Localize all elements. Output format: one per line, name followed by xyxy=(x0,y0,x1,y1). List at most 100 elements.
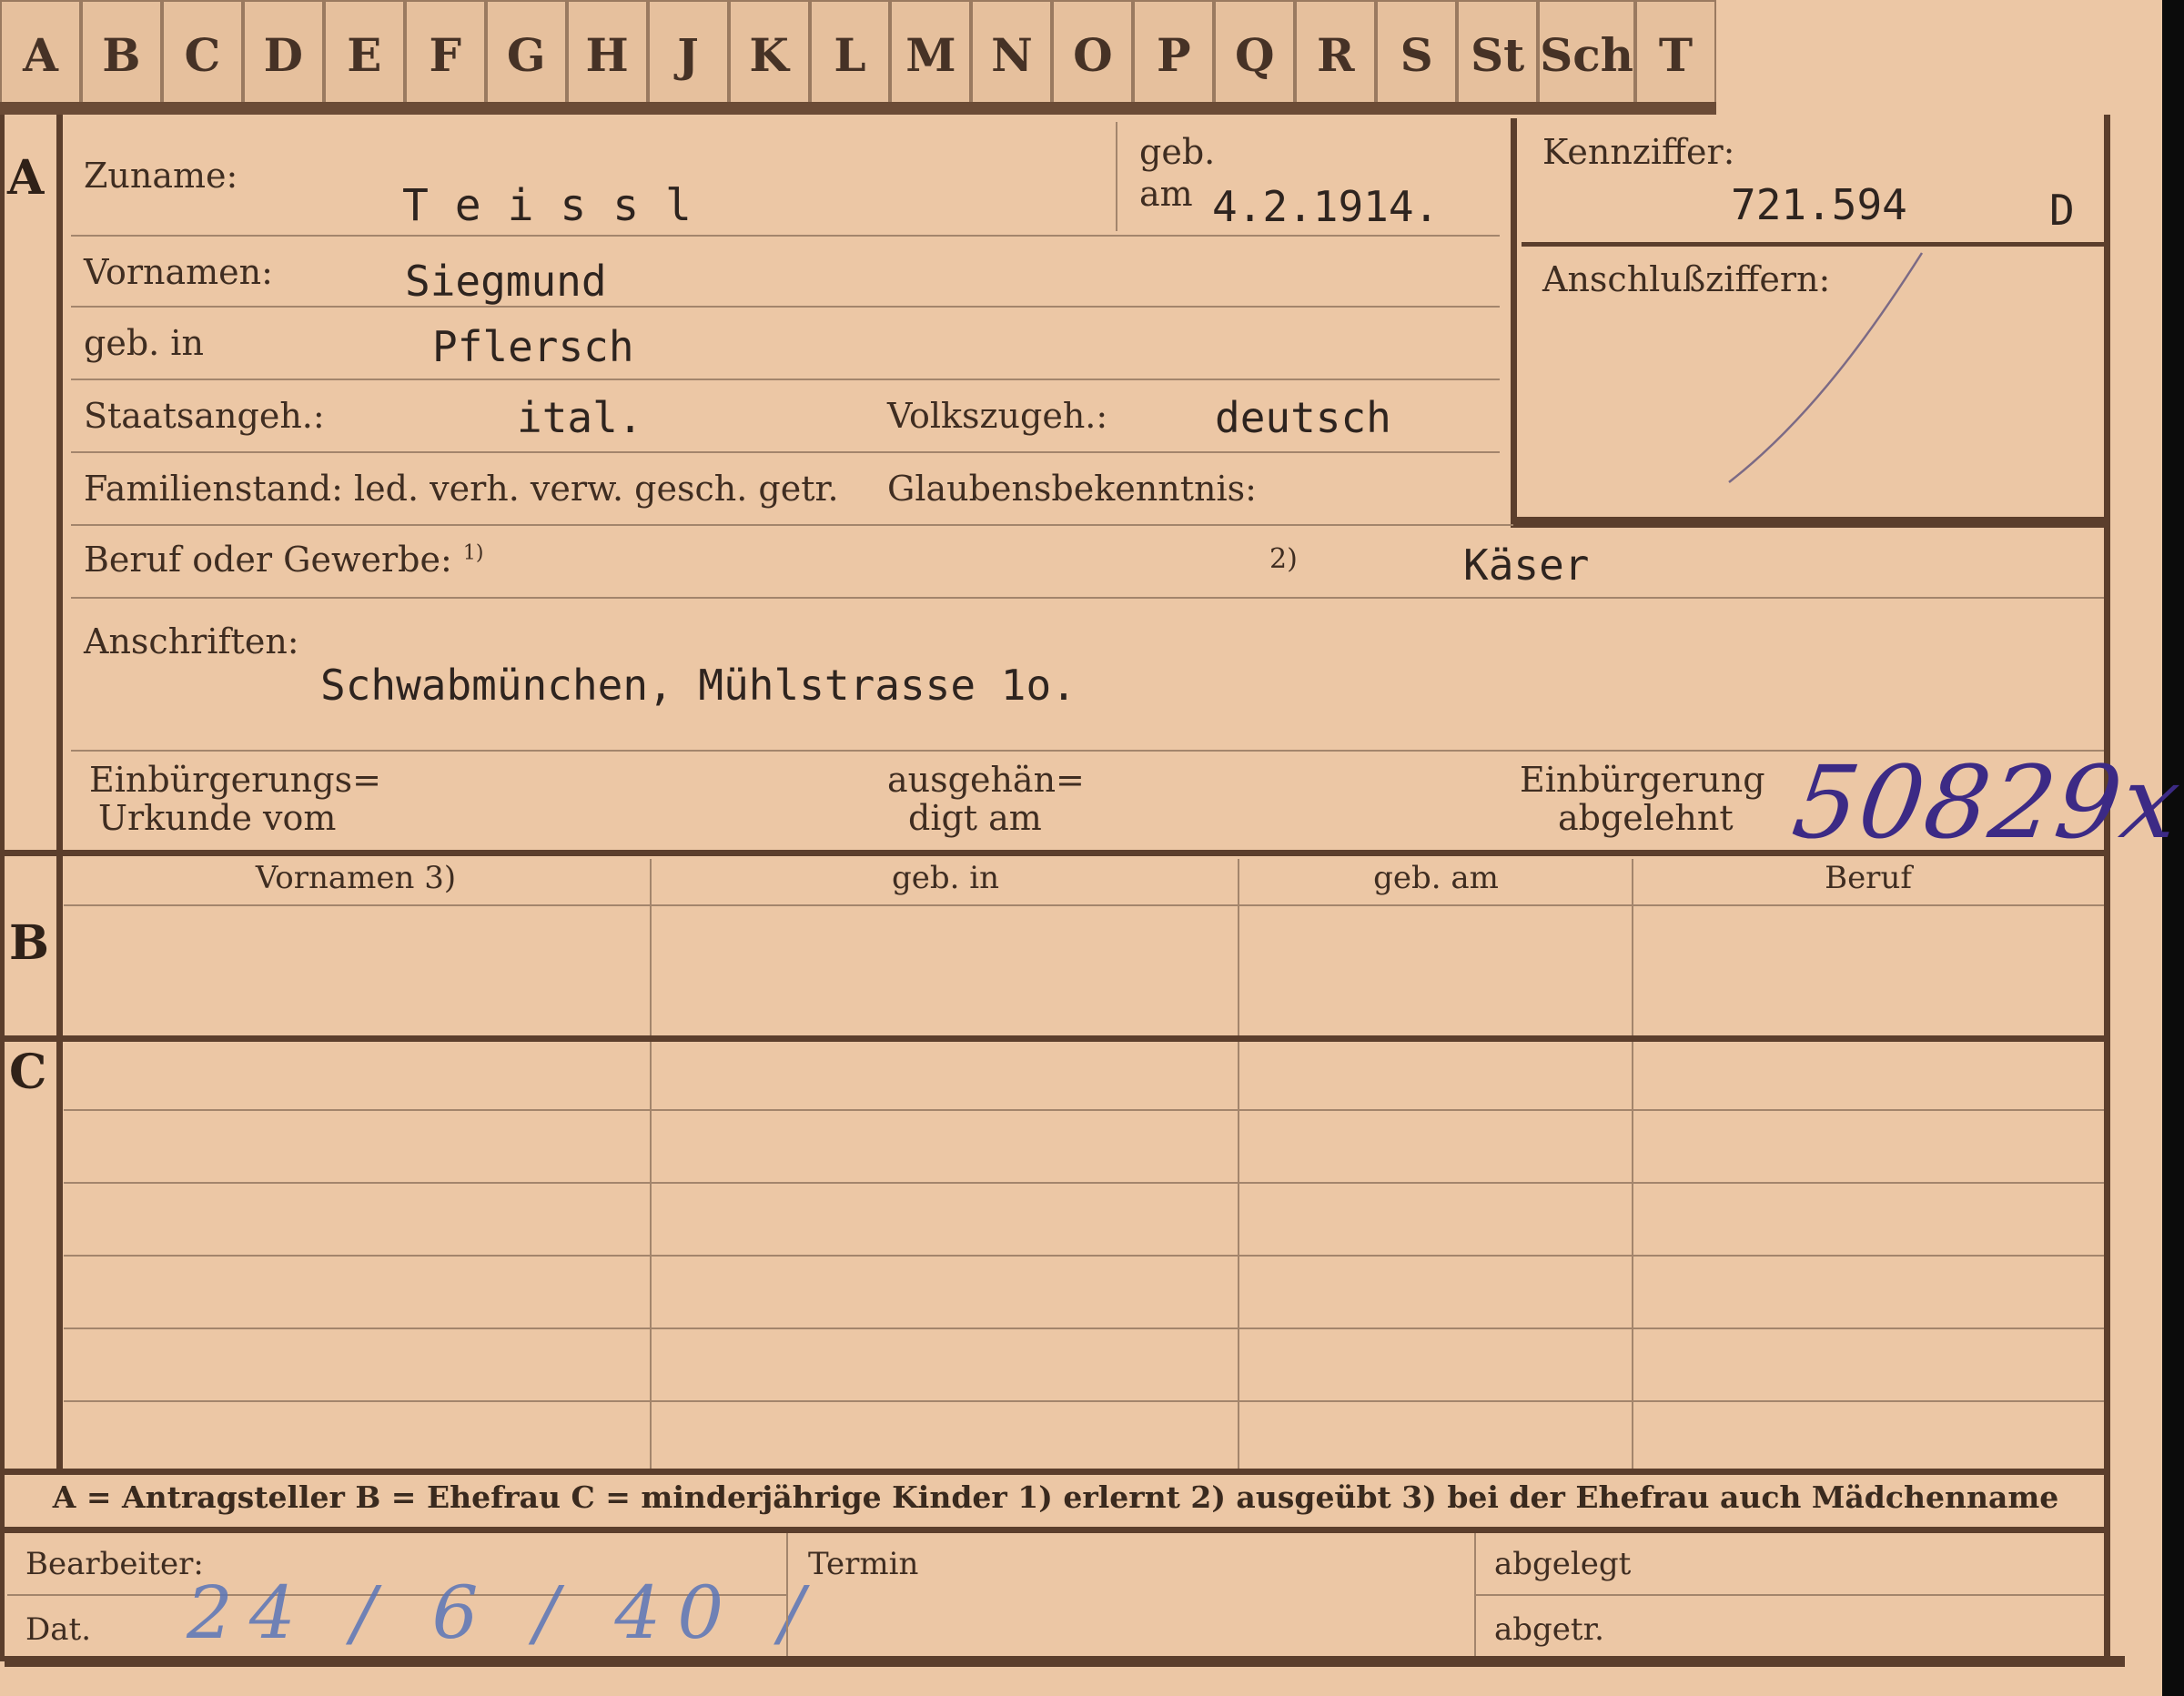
legend-line: A = Antragsteller B = Ehefrau C = minder… xyxy=(52,1479,2059,1515)
kennziffer-value: 721.594 xyxy=(1731,180,1907,229)
alphabet-tab[interactable]: A xyxy=(0,0,81,107)
alphabet-tab[interactable]: G xyxy=(485,0,567,107)
alphabet-tab[interactable]: E xyxy=(323,0,405,107)
alphabet-tab[interactable]: J xyxy=(647,0,729,107)
vornamen-label: Vornamen: xyxy=(84,252,273,292)
table-col-divider-1 xyxy=(650,859,652,1470)
zuname-value: T e i s s l xyxy=(402,180,692,231)
kennziffer-box-left xyxy=(1511,118,1517,528)
table-header-rule xyxy=(64,904,2104,906)
staatsangeh-label: Staatsangeh.: xyxy=(84,396,325,436)
ausgehaen-label-2: digt am xyxy=(908,798,1042,838)
beruf-label-text: Beruf oder Gewerbe: xyxy=(84,540,452,580)
familienstand-rule xyxy=(71,524,1513,526)
alphabet-tab[interactable]: T xyxy=(1635,0,1716,107)
table-header-vornamen: Vornamen 3) xyxy=(60,860,652,896)
table-row-rule-5 xyxy=(64,1400,2104,1402)
table-row-rule-2 xyxy=(64,1182,2104,1184)
table-row-rule-1 xyxy=(64,1109,2104,1111)
dat-label: Dat. xyxy=(25,1611,92,1648)
staatsangeh-value: ital. xyxy=(517,393,643,442)
termin-label: Termin xyxy=(808,1546,919,1582)
section-label-b: B xyxy=(9,915,49,971)
abgelegt-label: abgelegt xyxy=(1494,1546,1632,1582)
volkszugeh-label: Volkszugeh.: xyxy=(887,396,1108,436)
einbuergerungs-label-1: Einbürgerungs= xyxy=(89,760,381,800)
zuname-rule xyxy=(71,235,1500,237)
vornamen-rule xyxy=(71,306,1500,308)
geb-label: geb. xyxy=(1139,132,1216,172)
section-label-c: C xyxy=(9,1045,47,1100)
beruf-label: Beruf oder Gewerbe: 1) xyxy=(84,540,483,580)
beruf-rule xyxy=(71,597,2104,599)
alphabet-tab[interactable]: Q xyxy=(1214,0,1296,107)
table-header-geb-in: geb. in xyxy=(891,860,1000,896)
abgelehnt-label-2: abgelehnt xyxy=(1558,798,1734,838)
legend-bottom-rule xyxy=(5,1527,2107,1533)
abgelehnt-handwritten-number: 50829x xyxy=(1786,744,2184,861)
table-col-divider-2 xyxy=(1238,859,1239,1470)
section-c-bottom-rule xyxy=(5,1469,2107,1475)
kennziffer-suffix: D xyxy=(2049,186,2075,235)
footnote-1-marker: 1) xyxy=(462,541,484,565)
cancel-stroke xyxy=(1728,252,1924,483)
left-edge-line xyxy=(0,115,5,1661)
alphabet-tab[interactable]: M xyxy=(890,0,972,107)
familienstand-label: Familienstand: led. verh. verw. gesch. g… xyxy=(84,469,839,509)
vornamen-value: Siegmund xyxy=(405,257,607,306)
table-row-rule-3 xyxy=(64,1255,2104,1257)
card-bottom-rule xyxy=(5,1656,2125,1667)
einbuergerungs-label-2: Urkunde vom xyxy=(98,798,337,838)
table-header-vornamen-text: Vornamen 3) xyxy=(255,860,457,896)
alphabet-tab[interactable]: S xyxy=(1376,0,1458,107)
section-b-bottom-rule xyxy=(5,1035,2107,1042)
right-frame-line xyxy=(2104,115,2110,1661)
alphabet-tab[interactable]: K xyxy=(728,0,810,107)
geb-in-value: Pflersch xyxy=(432,322,634,371)
abgetr-label: abgetr. xyxy=(1494,1611,1604,1648)
alphabet-tab[interactable]: R xyxy=(1295,0,1377,107)
alphabet-tab[interactable]: D xyxy=(242,0,324,107)
volkszugeh-value: deutsch xyxy=(1215,393,1391,442)
glaubensbekenntnis-label: Glaubensbekenntnis: xyxy=(887,469,1257,509)
alphabet-tab[interactable]: C xyxy=(161,0,243,107)
left-frame-line xyxy=(56,115,63,1475)
beruf-value: Käser xyxy=(1463,540,1590,590)
geb-in-label: geb. in xyxy=(84,323,204,363)
footnote-2-marker: 2) xyxy=(1269,543,1298,575)
ausgehaen-label-1: ausgehän= xyxy=(887,760,1085,800)
section-label-a: A xyxy=(7,150,45,206)
anschrift-value: Schwabmünchen, Mühlstrasse 1o. xyxy=(320,661,1077,710)
table-header-geb-am: geb. am xyxy=(1373,860,1499,896)
zuname-label: Zuname: xyxy=(84,156,238,196)
bearbeiter-label: Bearbeiter: xyxy=(25,1546,204,1582)
table-header-beruf: Beruf xyxy=(1825,860,1912,896)
staatsangeh-rule xyxy=(71,451,1500,453)
alphabet-tab-strip: A B C D E F G H J K L M N O P Q R S St Sch T xyxy=(0,0,1716,107)
section-a-bottom-rule xyxy=(5,850,2107,856)
anschriften-rule xyxy=(71,750,2104,752)
am-label: am xyxy=(1139,174,1193,214)
table-row-rule-4 xyxy=(64,1328,2104,1329)
kennziffer-label: Kennziffer: xyxy=(1542,132,1735,172)
alphabet-tab[interactable]: H xyxy=(566,0,648,107)
alphabet-tab[interactable]: B xyxy=(80,0,162,107)
abgelehnt-label-1: Einbürgerung xyxy=(1520,760,1765,800)
kennziffer-box-bottom xyxy=(1511,517,2104,528)
geb-am-value: 4.2.1914. xyxy=(1212,182,1440,231)
alphabet-tab[interactable]: O xyxy=(1052,0,1134,107)
tab-strip-border xyxy=(0,102,1716,115)
anschriften-label: Anschriften: xyxy=(84,621,299,661)
alphabet-tab[interactable]: Sch xyxy=(1538,0,1636,107)
alphabet-tab[interactable]: L xyxy=(809,0,891,107)
index-card: A B C D E F G H J K L M N O P Q R S St Sch T A Zuname: T e i… xyxy=(0,0,2184,1696)
alphabet-tab[interactable]: P xyxy=(1133,0,1215,107)
termin-divider xyxy=(786,1533,788,1657)
table-col-divider-3 xyxy=(1632,859,1633,1470)
abgelegt-rule xyxy=(1476,1594,2104,1596)
alphabet-tab[interactable]: N xyxy=(971,0,1053,107)
date-handwritten: 24 / 6 / 40 / xyxy=(187,1570,821,1655)
alphabet-tab[interactable]: St xyxy=(1457,0,1539,107)
geb-in-rule xyxy=(71,379,1500,380)
alphabet-tab[interactable]: F xyxy=(404,0,486,107)
